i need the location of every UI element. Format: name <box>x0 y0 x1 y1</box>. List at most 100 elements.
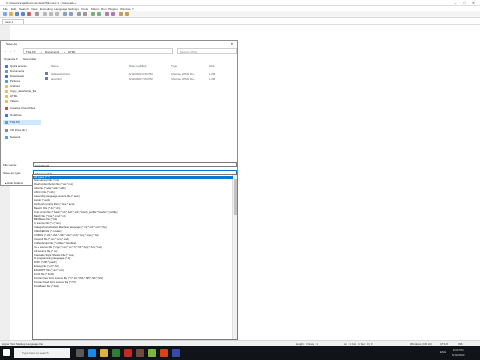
task-view-icon[interactable] <box>76 349 84 357</box>
nav-this-pc[interactable]: This PC <box>3 120 41 125</box>
app-icon[interactable] <box>136 349 144 357</box>
file-type-dropdown: All types (*.*) Normal text file (*.txt) F… <box>32 174 238 340</box>
wrap-icon[interactable] <box>111 12 115 16</box>
file-name-input[interactable]: helloWorld <box>33 162 237 168</box>
file-size: 1 KB <box>209 77 216 81</box>
macro-play-icon[interactable] <box>125 12 129 16</box>
nav-label: Videos <box>10 99 19 103</box>
redo-icon[interactable] <box>69 12 73 16</box>
column-size[interactable]: Size <box>209 64 214 68</box>
app-icon[interactable] <box>160 349 168 357</box>
download-icon <box>5 74 8 78</box>
nav-label: HTML <box>10 94 18 98</box>
breadcrumb-separator: › <box>41 50 42 54</box>
taskbar-search[interactable]: Type here to search <box>14 348 70 358</box>
sync-icon[interactable] <box>105 12 109 16</box>
tray-time[interactable]: 8:03 PM <box>453 348 463 352</box>
nav-videos[interactable]: Videos <box>3 99 41 104</box>
print-icon[interactable] <box>35 12 39 16</box>
file-name: test.html <box>51 77 62 81</box>
dialog-title: Save As <box>6 42 18 46</box>
nav-label: Network <box>10 135 21 139</box>
tray-language[interactable]: ENG <box>440 350 446 354</box>
creative-cloud-icon <box>5 106 8 110</box>
folder-icon <box>5 84 8 88</box>
nav-onedrive[interactable]: OneDrive <box>3 113 41 118</box>
network-icon <box>5 135 8 139</box>
screen: C:\Users\ranja\Documents\HTML\new 1 - No… <box>0 0 480 360</box>
search-placeholder: Search HTML <box>180 50 198 54</box>
forward-icon[interactable]: → <box>9 49 12 53</box>
nav-label: Pictures <box>10 79 21 83</box>
nav-cd-drive[interactable]: CD Drive (E:) <box>3 128 41 133</box>
address-bar-row: ← → ↑ This PC › Documents › HTML Search … <box>3 48 237 54</box>
search-input[interactable]: Search HTML <box>177 48 237 54</box>
star-icon <box>5 64 8 68</box>
save-as-type-label: Save as type: <box>3 171 22 175</box>
nav-network[interactable]: Network <box>3 135 41 140</box>
notepadpp-icon[interactable] <box>148 349 156 357</box>
nav-label: CD Drive (E:) <box>10 128 27 132</box>
find-icon[interactable] <box>77 12 81 16</box>
file-list: Name Date modified Type Size helloworld.… <box>43 64 237 156</box>
nav-creative-cloud[interactable]: Creative Cloud Files <box>3 106 41 111</box>
html-file-icon <box>45 72 48 75</box>
nav-label: Creative Cloud Files <box>10 106 36 110</box>
breadcrumb-documents[interactable]: Documents <box>45 50 59 54</box>
copy-icon[interactable] <box>49 12 53 16</box>
computer-icon <box>5 120 8 124</box>
folder-icon <box>5 99 8 103</box>
column-type[interactable]: Type <box>171 64 177 68</box>
edge-icon[interactable] <box>88 349 96 357</box>
new-file-icon[interactable] <box>3 12 7 16</box>
navigation-pane: Quick access Documents Downloads Picture… <box>3 64 41 156</box>
nav-label: Android <box>10 84 20 88</box>
file-type: Chrome HTML Do... <box>171 77 196 81</box>
organize-button[interactable]: Organize ▾ <box>4 57 18 61</box>
close-file-icon[interactable] <box>27 12 31 16</box>
app-icon[interactable] <box>172 349 180 357</box>
macro-record-icon[interactable] <box>119 12 123 16</box>
save-icon[interactable] <box>15 12 19 16</box>
replace-icon[interactable] <box>83 12 87 16</box>
new-folder-button[interactable]: New folder <box>23 57 36 61</box>
save-all-icon[interactable] <box>21 12 25 16</box>
breadcrumb-separator: › <box>64 50 65 54</box>
app-icon[interactable] <box>124 349 132 357</box>
address-bar[interactable]: This PC › Documents › HTML <box>23 48 173 54</box>
breadcrumb-this-pc[interactable]: This PC <box>26 50 36 54</box>
column-name[interactable]: Name <box>51 64 58 68</box>
nav-label: OneDrive <box>10 113 22 117</box>
up-icon[interactable]: ↑ <box>14 49 16 53</box>
chrome-icon[interactable] <box>112 349 120 357</box>
file-date: 6/12/2023 7:03 PM <box>129 77 153 81</box>
undo-icon[interactable] <box>63 12 67 16</box>
nav-label: Quick access <box>10 64 27 68</box>
back-icon[interactable]: ← <box>4 49 7 53</box>
file-type-option[interactable]: FreeBasic file (*.bas) <box>33 285 233 289</box>
toolbar <box>0 11 480 18</box>
document-icon <box>5 69 8 73</box>
open-file-icon[interactable] <box>9 12 13 16</box>
file-explorer-icon[interactable] <box>100 349 108 357</box>
breadcrumb-html[interactable]: HTML <box>68 50 76 54</box>
paste-icon[interactable] <box>55 12 59 16</box>
dialog-title-bar: Save As ✕ <box>1 41 237 47</box>
file-name-label: File name: <box>3 163 18 167</box>
zoom-out-icon[interactable] <box>97 12 101 16</box>
file-name-value: helloWorld <box>35 163 50 168</box>
nav-label: This PC <box>10 120 20 124</box>
column-date-modified[interactable]: Date modified <box>129 64 146 68</box>
tray-date[interactable]: 6/12/2023 <box>452 353 464 357</box>
save-as-dialog: Save As ✕ ← → ↑ This PC › Documents › HT… <box>0 40 238 186</box>
hide-folders-button[interactable]: ▴ Hide Folders <box>5 181 23 185</box>
nav-label: Documents <box>10 69 25 73</box>
windows-start-icon[interactable] <box>3 349 10 356</box>
dialog-close-icon[interactable]: ✕ <box>228 41 236 47</box>
cloud-icon <box>5 113 8 117</box>
window-title: C:\Users\ranja\Documents\HTML\new 1 - No… <box>6 1 77 5</box>
file-row[interactable]: test.html 6/12/2023 7:03 PM Chrome HTML … <box>43 76 237 81</box>
zoom-in-icon[interactable] <box>91 12 95 16</box>
scrollbar-thumb[interactable] <box>234 179 237 215</box>
cut-icon[interactable] <box>43 12 47 16</box>
